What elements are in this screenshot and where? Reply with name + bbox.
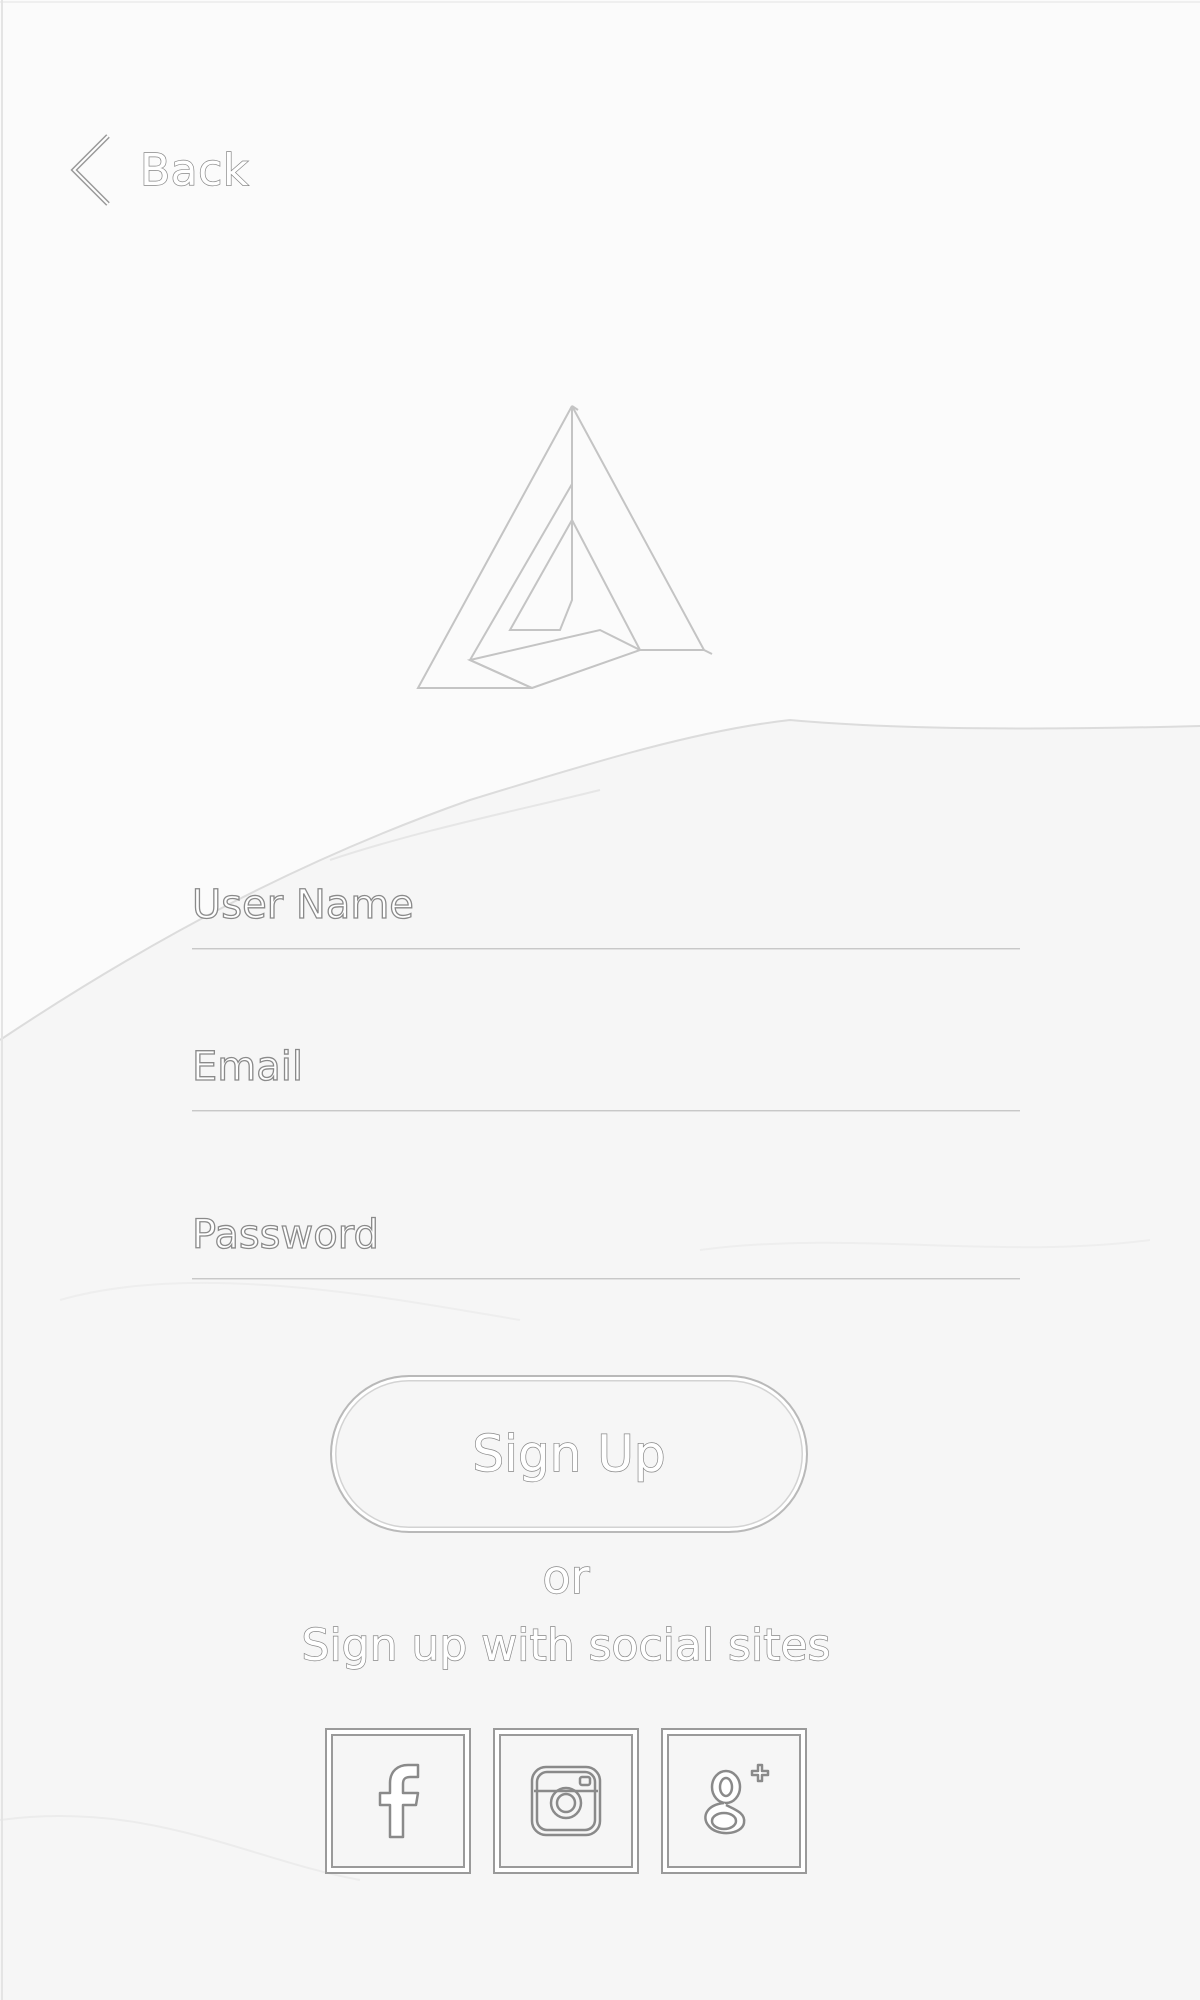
username-field[interactable] [192, 870, 1020, 950]
password-field[interactable] [192, 1200, 1020, 1280]
password-input[interactable] [192, 1200, 1020, 1270]
instagram-icon [530, 1765, 602, 1837]
email-underline [192, 1110, 1020, 1112]
username-input[interactable] [192, 870, 1020, 940]
password-underline [192, 1278, 1020, 1280]
social-buttons [325, 1728, 807, 1874]
username-underline [192, 948, 1020, 950]
background-landscape [0, 0, 1200, 2000]
app-logo [416, 405, 713, 690]
signup-button[interactable]: Sign Up [330, 1375, 808, 1533]
facebook-icon [378, 1763, 420, 1839]
instagram-button[interactable] [493, 1728, 639, 1874]
signup-screen: Back Sign Up or Sign up with social site… [0, 0, 1200, 2000]
or-divider-label: or [542, 1549, 590, 1604]
email-field[interactable] [192, 1032, 1020, 1112]
email-input[interactable] [192, 1032, 1020, 1102]
back-label: Back [139, 144, 249, 196]
google-plus-icon [704, 1763, 770, 1835]
chevron-left-icon [70, 134, 110, 206]
back-button[interactable]: Back [68, 130, 249, 210]
social-signup-caption: Sign up with social sites [301, 1619, 831, 1671]
google-plus-button[interactable] [661, 1728, 807, 1874]
facebook-button[interactable] [325, 1728, 471, 1874]
